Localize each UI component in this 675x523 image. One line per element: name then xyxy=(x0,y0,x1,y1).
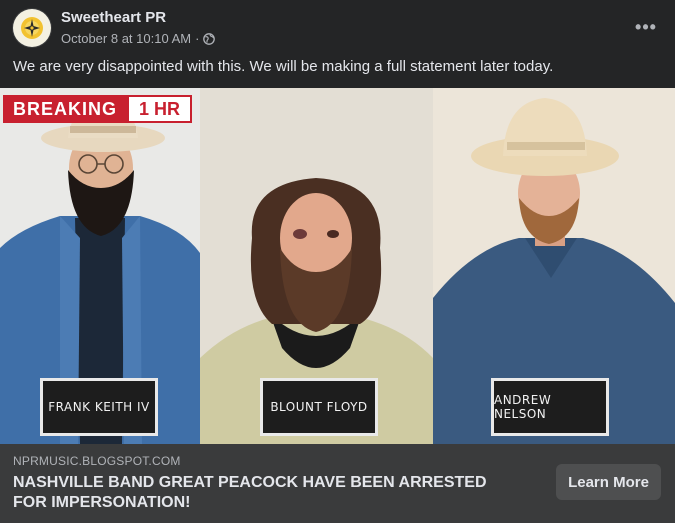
learn-more-button[interactable]: Learn More xyxy=(556,464,661,500)
nameplate-blount: BLOUNT FLOYD xyxy=(260,378,378,436)
link-headline[interactable]: NASHVILLE BAND GREAT PEACOCK HAVE BEEN A… xyxy=(13,473,523,513)
page-avatar[interactable] xyxy=(13,9,51,47)
more-options-icon[interactable]: ••• xyxy=(631,12,661,42)
page-logo-icon xyxy=(14,10,50,46)
link-domain: NPRMUSIC.BLOGSPOT.COM xyxy=(13,454,181,468)
breaking-banner: BREAKING 1 HR xyxy=(3,95,193,123)
globe-icon[interactable] xyxy=(203,32,216,45)
page-name-link[interactable]: Sweetheart PR xyxy=(61,9,166,26)
post-text: We are very disappointed with this. We w… xyxy=(13,58,554,75)
post-meta: October 8 at 10:10 AM · xyxy=(61,31,216,46)
link-preview-footer[interactable]: NPRMUSIC.BLOGSPOT.COM NASHVILLE BAND GRE… xyxy=(0,444,675,523)
nameplate-andrew: ANDREW NELSON xyxy=(491,378,609,436)
nameplate-frank: FRANK KEITH IV xyxy=(40,378,158,436)
breaking-time: 1 HR xyxy=(129,97,191,121)
post-timestamp[interactable]: October 8 at 10:10 AM xyxy=(61,31,191,46)
meta-separator: · xyxy=(195,31,200,46)
link-preview-image[interactable]: BREAKING 1 HR FRANK KEITH IV BLOUNT FLOY… xyxy=(0,88,675,444)
facebook-post: Sweetheart PR October 8 at 10:10 AM · ••… xyxy=(0,0,675,523)
breaking-label: BREAKING xyxy=(13,99,118,119)
post-header: Sweetheart PR October 8 at 10:10 AM · ••… xyxy=(0,0,675,56)
